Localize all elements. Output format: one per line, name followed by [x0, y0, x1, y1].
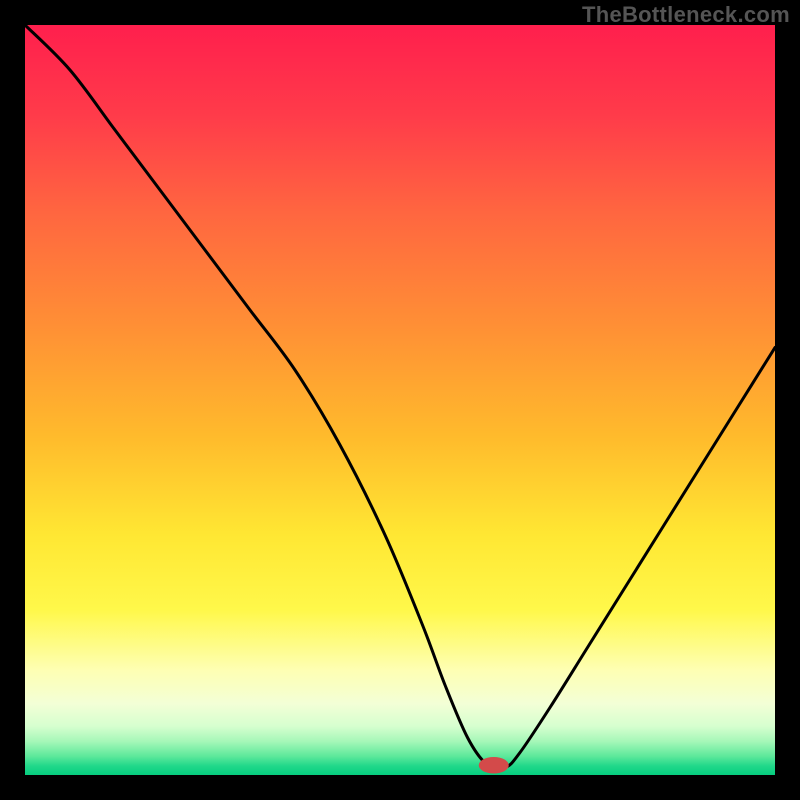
chart-svg	[25, 25, 775, 775]
optimal-point-marker	[479, 757, 509, 774]
watermark-text: TheBottleneck.com	[582, 2, 790, 28]
gradient-background	[25, 25, 775, 775]
plot-area	[25, 25, 775, 775]
chart-frame: TheBottleneck.com	[0, 0, 800, 800]
